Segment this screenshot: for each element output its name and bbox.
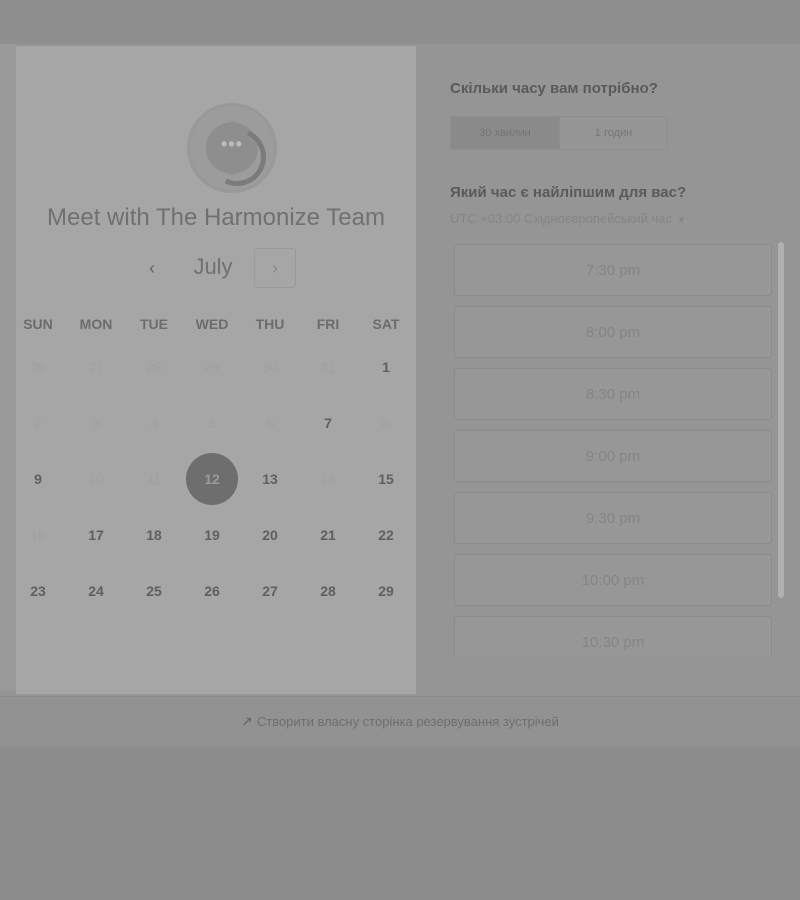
calendar-day: 2: [34, 415, 42, 431]
calendar-day: 11: [146, 471, 162, 487]
calendar-day: 5: [208, 415, 216, 431]
calendar-day[interactable]: 15: [360, 453, 412, 505]
duration-option-1[interactable]: 30 хвилин: [451, 117, 559, 149]
calendar-day[interactable]: 21: [302, 509, 354, 561]
time-slot-button[interactable]: 9:00 pm: [454, 430, 772, 482]
calendar-day[interactable]: 18: [128, 509, 180, 561]
calendar-day[interactable]: 20: [244, 509, 296, 561]
time-slot-list: 7:30 pm 8:00 pm 8:30 pm 9:00 pm 9:30 pm 10:00…: [454, 244, 772, 656]
time-slot-button[interactable]: 10:00 pm: [454, 554, 772, 606]
calendar-day: 16: [30, 527, 46, 543]
calendar-day: 4: [150, 415, 158, 431]
calendar-day: 8: [382, 415, 390, 431]
bottom-overlay: [0, 746, 800, 900]
time-slot-button[interactable]: 8:00 pm: [454, 306, 772, 358]
calendar-day[interactable]: 17: [70, 509, 122, 561]
footer-link[interactable]: Створити власну сторінка резервування зу…: [257, 714, 559, 729]
selected-day[interactable]: 12: [186, 453, 238, 505]
caret-down-icon: ▼: [676, 215, 686, 225]
calendar-day: 14: [320, 471, 336, 487]
calendar-day: 26: [30, 359, 46, 375]
calendar-day: 10: [88, 471, 104, 487]
timezone-label: UTC +03:00 Східноєвропейський час: [450, 211, 672, 226]
booking-panel: Скільки часу вам потрібно? 30 хвилин 1 го…: [416, 46, 800, 694]
time-slot-button[interactable]: 9:30 pm: [454, 492, 772, 544]
time-slot-button[interactable]: 10:30 pm: [454, 616, 772, 656]
time-question: Який час є найліпшим для вас?: [450, 184, 687, 201]
calendar-day[interactable]: 13: [244, 453, 296, 505]
hubspot-sprocket-icon: ↗: [241, 712, 253, 729]
calendar-day[interactable]: 22: [360, 509, 412, 561]
duration-option-2[interactable]: 1 годин: [559, 117, 667, 149]
calendar-grid: 26 27 28 29 30 31 1 2 3 4 5 6 7 8 9 10 11 12 13 14 15 16 17 18 1…: [16, 46, 416, 694]
calendar-day[interactable]: 9: [12, 453, 64, 505]
time-slot-button[interactable]: 7:30 pm: [454, 244, 772, 296]
calendar-day[interactable]: 29: [360, 565, 412, 617]
calendar-day[interactable]: 1: [360, 341, 412, 393]
calendar-day: 31: [320, 359, 336, 375]
calendar-panel: ••• Meet with The Harmonize Team ‹ July …: [16, 46, 416, 694]
duration-question: Скільки часу вам потрібно?: [450, 80, 658, 97]
timezone-select[interactable]: UTC +03:00 Східноєвропейський час ▼: [450, 211, 686, 226]
calendar-day[interactable]: 23: [12, 565, 64, 617]
footer: ↗ Створити власну сторінка резервування …: [0, 696, 800, 745]
calendar-day[interactable]: 27: [244, 565, 296, 617]
calendar-day: 29: [204, 359, 220, 375]
duration-toggle: 30 хвилин 1 годин: [450, 116, 668, 150]
calendar-day[interactable]: 26: [186, 565, 238, 617]
calendar-day[interactable]: 19: [186, 509, 238, 561]
calendar-day[interactable]: 25: [128, 565, 180, 617]
scrollbar[interactable]: [778, 242, 784, 598]
calendar-day: 27: [88, 359, 104, 375]
time-slot-button[interactable]: 8:30 pm: [454, 368, 772, 420]
calendar-day: 28: [146, 359, 162, 375]
calendar-day: 30: [262, 359, 278, 375]
calendar-day: 6: [266, 415, 274, 431]
top-bar: [0, 0, 800, 45]
calendar-day: 3: [92, 415, 100, 431]
calendar-day[interactable]: 24: [70, 565, 122, 617]
calendar-day[interactable]: 7: [302, 397, 354, 449]
calendar-day[interactable]: 28: [302, 565, 354, 617]
